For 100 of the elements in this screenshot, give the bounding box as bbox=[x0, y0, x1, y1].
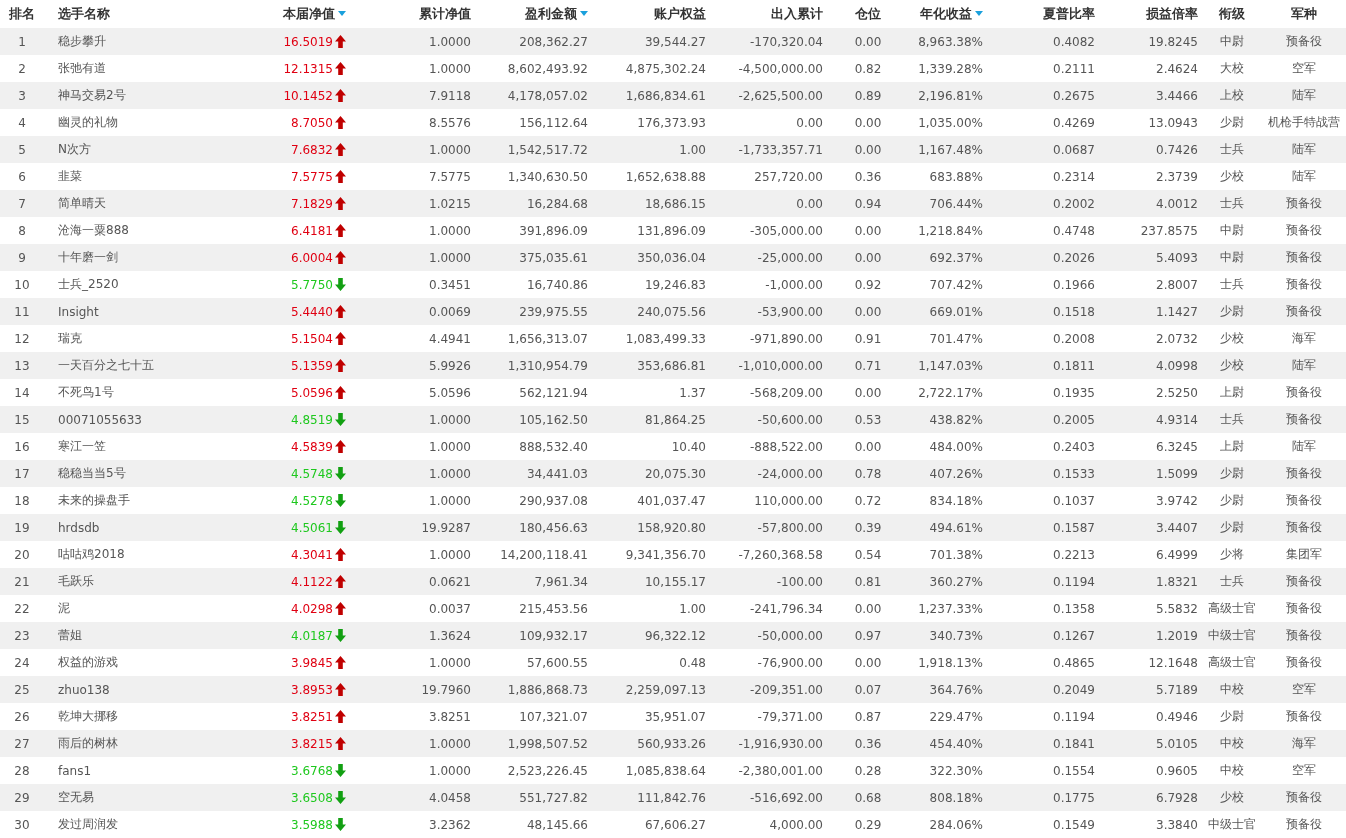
table-cell: Insight bbox=[58, 304, 99, 319]
column-header: 账户权益 bbox=[654, 5, 706, 21]
table-cell: 28 bbox=[14, 763, 30, 778]
table-cell: 5.5832 bbox=[1156, 601, 1198, 616]
column-header[interactable]: 本届净值 bbox=[283, 5, 346, 21]
table-cell: 5 bbox=[18, 142, 26, 157]
table-cell: 2.0732 bbox=[1156, 331, 1198, 346]
table-cell: 中尉 bbox=[1220, 250, 1244, 264]
table-cell: 0.07 bbox=[854, 682, 882, 697]
table-cell: 0.1775 bbox=[1053, 790, 1095, 805]
table-cell: 2.8007 bbox=[1156, 277, 1198, 292]
table-cell: 未来的操盘手 bbox=[58, 493, 130, 507]
table-cell: 1.0000 bbox=[429, 412, 471, 427]
table-cell: 1.1427 bbox=[1156, 304, 1198, 319]
table-cell: 1,083,499.33 bbox=[625, 331, 706, 346]
table-cell: hrdsdb bbox=[58, 520, 100, 535]
table-cell: 4.1122 bbox=[291, 574, 333, 589]
table-cell: 551,727.82 bbox=[519, 790, 588, 805]
table-cell: 陆军 bbox=[1292, 169, 1316, 183]
table-cell: 284.06% bbox=[929, 817, 983, 832]
arrow-up-icon bbox=[335, 197, 346, 210]
table-cell: 3.8215 bbox=[291, 736, 333, 751]
arrow-up-icon bbox=[335, 332, 346, 345]
table-cell: 4.5061 bbox=[291, 520, 333, 535]
table-cell: 1.0000 bbox=[429, 763, 471, 778]
table-cell: 239,975.55 bbox=[519, 304, 588, 319]
table-cell: 6.3245 bbox=[1156, 439, 1198, 454]
table-cell: 1,656,313.07 bbox=[507, 331, 588, 346]
table-cell: 1.5099 bbox=[1156, 466, 1198, 481]
table-cell: 少尉 bbox=[1220, 709, 1244, 723]
table-cell: 乾坤大挪移 bbox=[58, 709, 118, 723]
table-cell: 808.18% bbox=[929, 790, 983, 805]
column-header: 损益倍率 bbox=[1146, 5, 1198, 21]
table-cell: 咕咕鸡2018 bbox=[58, 547, 125, 561]
arrow-up-icon bbox=[335, 602, 346, 615]
table-cell: 1.0000 bbox=[429, 250, 471, 265]
table-cell: 0.1533 bbox=[1053, 466, 1095, 481]
table-cell: -2,625,500.00 bbox=[738, 88, 823, 103]
table-cell: 预备役 bbox=[1286, 520, 1322, 534]
table-cell: 16.5019 bbox=[283, 34, 333, 49]
table-cell: 215,453.56 bbox=[519, 601, 588, 616]
table-cell: 8,602,493.92 bbox=[507, 61, 588, 76]
table-cell: 12.1315 bbox=[283, 61, 333, 76]
table-cell: 0.89 bbox=[854, 88, 882, 103]
table-cell: 士兵 bbox=[1220, 574, 1244, 588]
table-cell: 0.00 bbox=[854, 142, 882, 157]
table-cell: -305,000.00 bbox=[749, 223, 823, 238]
table-cell: 海军 bbox=[1292, 736, 1316, 750]
table-cell: 0.1841 bbox=[1053, 736, 1095, 751]
table-cell: 预备役 bbox=[1286, 196, 1322, 210]
table-cell: -1,010,000.00 bbox=[738, 358, 823, 373]
arrow-up-icon bbox=[335, 305, 346, 318]
table-cell: 5.0105 bbox=[1156, 736, 1198, 751]
table-cell: 0.1554 bbox=[1053, 763, 1095, 778]
column-header[interactable]: 年化收益 bbox=[920, 5, 983, 21]
table-cell: 7.6832 bbox=[291, 142, 333, 157]
table-cell: 105,162.50 bbox=[519, 412, 588, 427]
table-cell: 484.00% bbox=[929, 439, 983, 454]
table-cell: 834.18% bbox=[929, 493, 983, 508]
table-cell: 0.00 bbox=[854, 439, 882, 454]
table-cell: 669.01% bbox=[929, 304, 983, 319]
table-cell: 中校 bbox=[1220, 682, 1244, 696]
table-cell: 4.0458 bbox=[429, 790, 471, 805]
table-cell: 340.73% bbox=[929, 628, 983, 643]
table-cell: 集团军 bbox=[1286, 547, 1322, 561]
table-cell: 0.68 bbox=[854, 790, 882, 805]
table-cell: 21 bbox=[14, 574, 30, 589]
table-cell: 0.0037 bbox=[429, 601, 471, 616]
table-cell: 1.0000 bbox=[429, 736, 471, 751]
table-cell: 111,842.76 bbox=[637, 790, 706, 805]
column-header: 军种 bbox=[1291, 5, 1317, 21]
table-cell: 0.1194 bbox=[1053, 574, 1095, 589]
table-cell: 14,200,118.41 bbox=[500, 547, 588, 562]
table-cell: 预备役 bbox=[1286, 277, 1322, 291]
table-cell: 0.2314 bbox=[1053, 169, 1095, 184]
table-cell: 1.0000 bbox=[429, 61, 471, 76]
table-cell: -2,380,001.00 bbox=[738, 763, 823, 778]
table-cell: 14 bbox=[14, 385, 30, 400]
table-cell: 1,237.33% bbox=[918, 601, 983, 616]
table-cell: 0.2008 bbox=[1053, 331, 1095, 346]
table-cell: 6.7928 bbox=[1156, 790, 1198, 805]
table-cell: 0.28 bbox=[854, 763, 882, 778]
arrow-up-icon bbox=[335, 170, 346, 183]
table-cell: 0.00 bbox=[854, 223, 882, 238]
table-cell: 1.0000 bbox=[429, 655, 471, 670]
table-cell: zhuo138 bbox=[58, 682, 110, 697]
table-cell: 1,886,868.73 bbox=[507, 682, 588, 697]
table-cell: 8,963.38% bbox=[918, 34, 983, 49]
table-cell: 81,864.25 bbox=[644, 412, 706, 427]
table-cell: 0.1811 bbox=[1053, 358, 1095, 373]
table-cell: 5.9926 bbox=[429, 358, 471, 373]
table-cell: 7.9118 bbox=[429, 88, 471, 103]
table-cell: 陆军 bbox=[1292, 142, 1316, 156]
table-cell: 7.1829 bbox=[291, 196, 333, 211]
table-cell: 1.0000 bbox=[429, 493, 471, 508]
table-cell: 16 bbox=[14, 439, 30, 454]
table-cell: 权益的游戏 bbox=[58, 655, 118, 669]
table-cell: 0.2005 bbox=[1053, 412, 1095, 427]
column-header[interactable]: 盈利金额 bbox=[525, 5, 588, 21]
table-cell: 240,075.56 bbox=[637, 304, 706, 319]
